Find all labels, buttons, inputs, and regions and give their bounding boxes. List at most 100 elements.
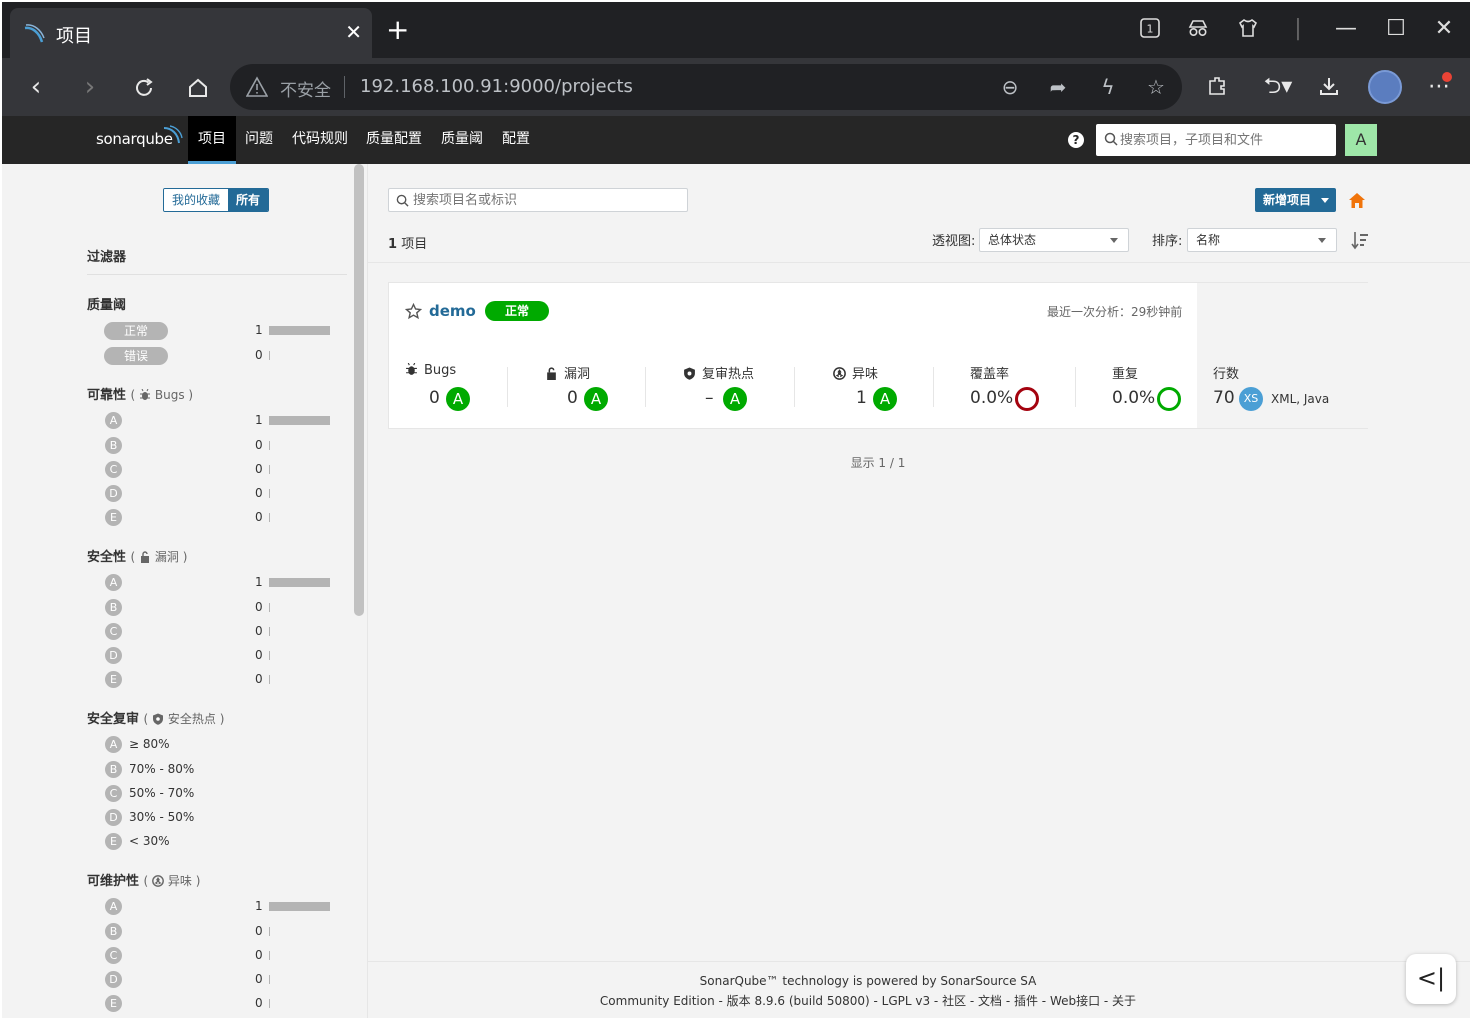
projects-main: 新增项目 1 项目 透视图: 总体状态 排序: 名称 demo 正常 最近一次分…	[368, 164, 1470, 1018]
favorite-star-icon[interactable]	[405, 303, 422, 320]
security-rating-d[interactable]: D	[105, 647, 122, 664]
review-rating-d[interactable]: D	[105, 809, 122, 826]
tab-count-icon[interactable]: 1	[1130, 14, 1170, 44]
code-smells-rating[interactable]: A	[873, 387, 897, 411]
review-range-b[interactable]: 70% - 80%	[129, 761, 194, 778]
review-rating-c[interactable]: C	[105, 785, 122, 802]
close-tab-icon[interactable]: ✕	[345, 20, 362, 44]
nav-projects[interactable]: 项目	[188, 116, 236, 164]
reliability-rating-a[interactable]: A	[105, 412, 122, 429]
maximize-icon[interactable]: ☐	[1376, 14, 1416, 44]
zoom-out-icon[interactable]: ⊖	[998, 75, 1022, 99]
maintainability-rating-c[interactable]: C	[105, 947, 122, 964]
browser-tab[interactable]: 项目 ✕	[10, 8, 372, 58]
hotspots-value[interactable]: –	[705, 388, 714, 408]
coverage-value[interactable]: 0.0%	[970, 388, 1013, 408]
maintainability-rating-a[interactable]: A	[105, 898, 122, 915]
nav-issues[interactable]: 问题	[235, 116, 283, 164]
review-range-a[interactable]: ≥ 80%	[129, 736, 170, 753]
vulnerabilities-value[interactable]: 0	[567, 388, 578, 408]
close-window-icon[interactable]: ✕	[1424, 14, 1464, 44]
address-bar[interactable]: 不安全 192.168.100.91:9000/projects ⊖ ➦ ϟ ☆	[230, 64, 1182, 110]
code-smells-value[interactable]: 1	[856, 388, 867, 408]
security-rating-a[interactable]: A	[105, 574, 122, 591]
metric-separator	[507, 367, 508, 407]
project-search[interactable]	[388, 188, 688, 212]
global-search-input[interactable]	[1120, 130, 1328, 150]
sort-select[interactable]: 名称	[1187, 228, 1337, 252]
reliability-count-e: 0	[255, 510, 263, 524]
security-review-filter-title: 安全复审 ( 安全热点 )	[87, 712, 225, 727]
project-search-input[interactable]	[413, 192, 681, 208]
reliability-rating-d[interactable]: D	[105, 485, 122, 502]
footer-links[interactable]: Community Edition - 版本 8.9.6 (build 5080…	[368, 992, 1368, 1009]
bugs-rating[interactable]: A	[446, 387, 470, 411]
download-icon[interactable]	[1314, 72, 1344, 102]
review-rating-a[interactable]: A	[105, 736, 122, 753]
maintainability-rating-e[interactable]: E	[105, 995, 122, 1012]
home-page-icon[interactable]	[1348, 192, 1366, 210]
divider	[87, 274, 347, 275]
toggle-all[interactable]: 所有	[228, 189, 269, 211]
back-icon[interactable]: ‹	[20, 72, 52, 104]
nav-quality-gates[interactable]: 质量阈	[431, 116, 493, 164]
new-tab-button[interactable]: +	[386, 16, 409, 44]
vulnerabilities-rating[interactable]: A	[584, 387, 608, 411]
reliability-rating-c[interactable]: C	[105, 461, 122, 478]
perspective-select[interactable]: 总体状态	[979, 228, 1129, 252]
hotspots-rating[interactable]: A	[723, 387, 747, 411]
lightning-icon[interactable]: ϟ	[1096, 75, 1120, 99]
profile-avatar[interactable]	[1368, 70, 1402, 104]
home-icon[interactable]	[182, 72, 214, 104]
insecure-label: 不安全	[280, 81, 331, 101]
nav-rules[interactable]: 代码规则	[282, 116, 358, 164]
global-search[interactable]	[1096, 124, 1336, 156]
maintainability-rating-d[interactable]: D	[105, 971, 122, 988]
reliability-rating-e[interactable]: E	[105, 509, 122, 526]
review-range-c[interactable]: 50% - 70%	[129, 785, 194, 802]
gate-passed-filter[interactable]: 正常	[104, 322, 168, 340]
tab-bar: 项目 ✕ + 1 | — ☐ ✕	[2, 2, 1470, 58]
minimize-icon[interactable]: —	[1326, 14, 1366, 44]
undo-dropdown-icon[interactable]: ⮌▾	[1258, 72, 1298, 102]
security-count-d: 0	[255, 648, 263, 662]
menu-icon[interactable]: ⋯	[1424, 72, 1454, 102]
reliability-rating-b[interactable]: B	[105, 437, 122, 454]
share-icon[interactable]: ➦	[1046, 75, 1070, 99]
reload-icon[interactable]	[128, 72, 160, 104]
sort-value: 名称	[1196, 233, 1221, 247]
user-avatar[interactable]: A	[1345, 124, 1377, 156]
review-rating-e[interactable]: E	[105, 833, 122, 850]
warning-icon[interactable]	[246, 76, 268, 98]
extensions-icon[interactable]	[1202, 72, 1232, 102]
sort-order-icon[interactable]	[1351, 230, 1369, 250]
toggle-favorites[interactable]: 我的收藏	[164, 189, 229, 211]
security-rating-c[interactable]: C	[105, 623, 122, 640]
bug-icon	[140, 389, 151, 400]
nav-administration[interactable]: 配置	[492, 116, 540, 164]
gate-failed-filter[interactable]: 错误	[104, 347, 168, 365]
collapse-sidebar-button[interactable]: <|	[1406, 954, 1456, 1004]
sidebar-scrollbar[interactable]	[354, 164, 364, 616]
review-rating-b[interactable]: B	[105, 761, 122, 778]
footer-powered-by: SonarQube™ technology is powered by Sona…	[699, 974, 1037, 988]
url-text[interactable]: 192.168.100.91:9000/projects	[360, 76, 633, 97]
bookmark-star-icon[interactable]: ☆	[1144, 75, 1168, 99]
extensions-shirt-icon[interactable]	[1228, 14, 1268, 44]
nav-quality-profiles[interactable]: 质量配置	[356, 116, 432, 164]
project-name-link[interactable]: demo	[429, 302, 476, 320]
reliability-bar-a	[269, 416, 330, 425]
maintainability-rating-b[interactable]: B	[105, 923, 122, 940]
forward-icon[interactable]: ›	[74, 72, 106, 104]
security-rating-e[interactable]: E	[105, 671, 122, 688]
help-icon[interactable]: ?	[1068, 132, 1084, 148]
review-range-e[interactable]: < 30%	[129, 833, 170, 850]
review-range-d[interactable]: 30% - 50%	[129, 809, 194, 826]
bugs-value[interactable]: 0	[429, 388, 440, 408]
security-filter-title: 安全性 ( 漏洞 )	[87, 550, 188, 565]
incognito-icon[interactable]	[1178, 14, 1218, 44]
security-rating-b[interactable]: B	[105, 599, 122, 616]
reliability-bar-d	[269, 489, 270, 498]
new-project-button[interactable]: 新增项目	[1255, 188, 1336, 212]
duplications-value[interactable]: 0.0%	[1112, 388, 1155, 408]
